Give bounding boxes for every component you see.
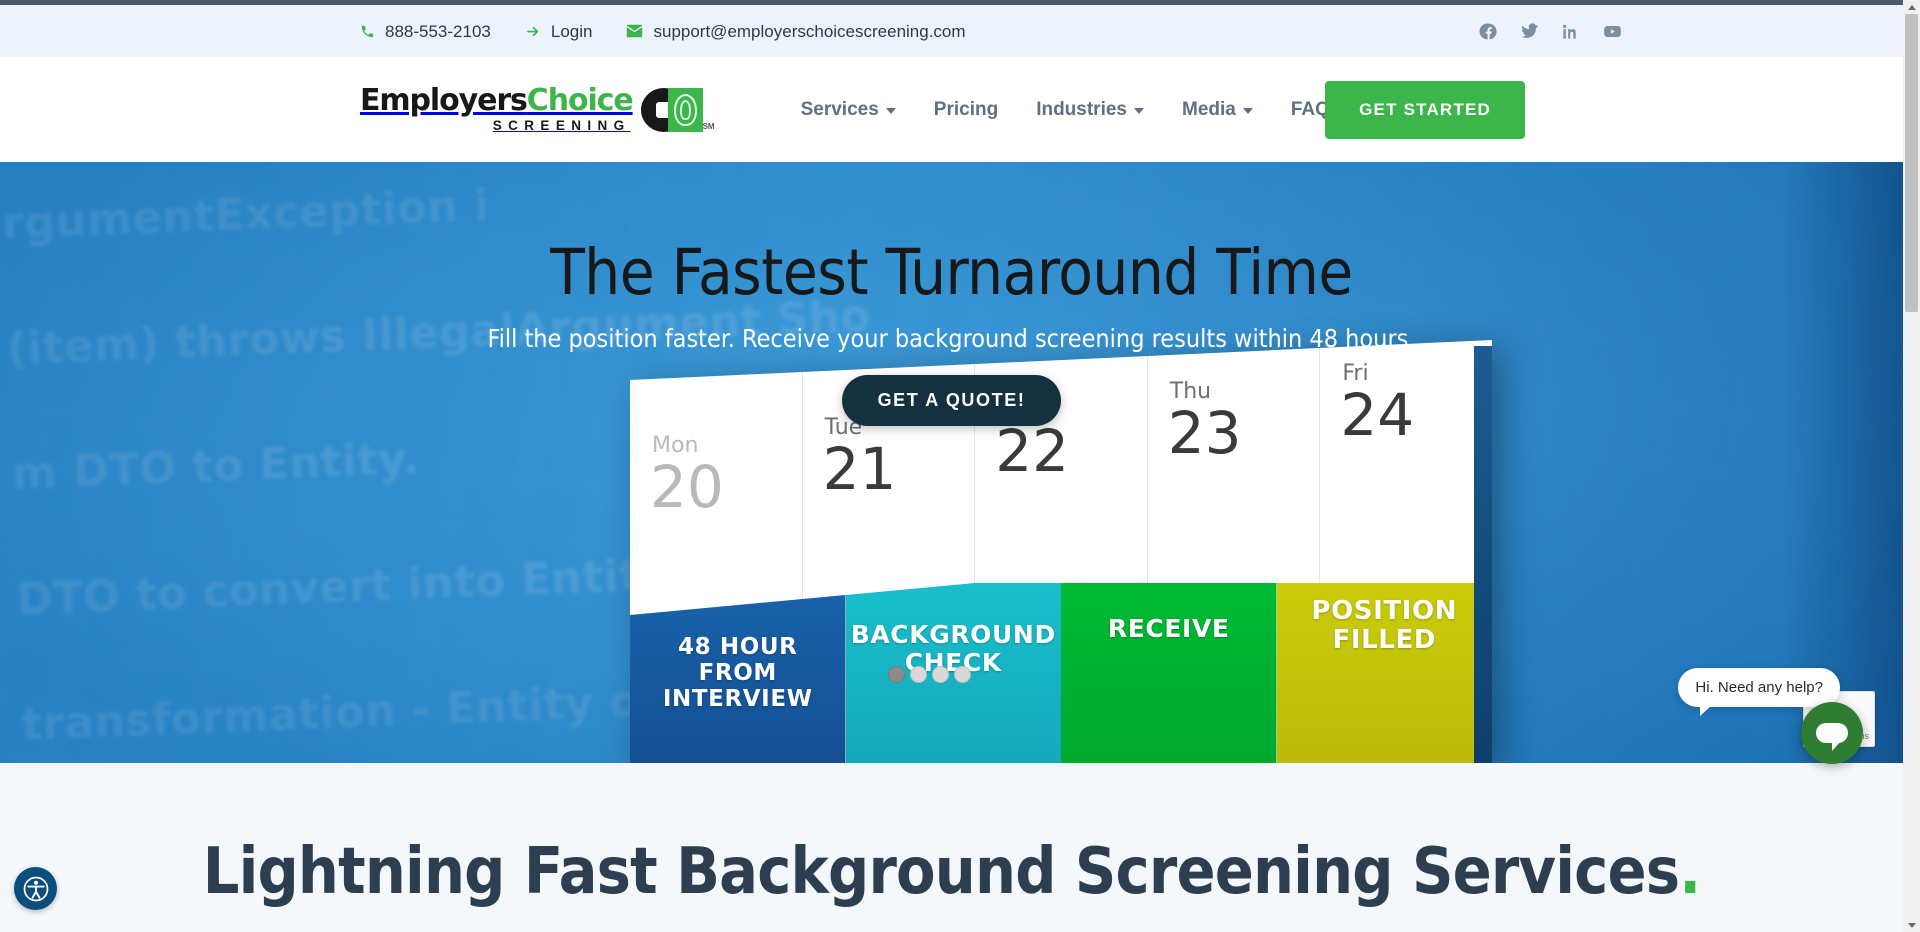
facebook-icon[interactable] [1479, 22, 1498, 41]
process-bar-label: POSITION FILLED [1311, 596, 1458, 656]
logo-tagline: SCREENING [492, 118, 631, 134]
topbar-login-link[interactable]: Login [525, 21, 593, 41]
youtube-icon[interactable] [1602, 22, 1623, 41]
accessibility-widget-button[interactable] [14, 867, 57, 910]
slider-dot-2[interactable] [910, 666, 927, 683]
hero-subtitle: Fill the position faster. Receive your b… [487, 324, 1416, 354]
calendar-process-bars: 48 HOUR FROM INTERVIEW BACKGROUND CHECK … [630, 583, 1492, 763]
topbar-phone-text: 888-553-2103 [385, 21, 491, 41]
calendar-day-number: 21 [822, 435, 897, 503]
logo-fingerprint-mark: SM [640, 87, 715, 132]
social-links [1479, 22, 1623, 41]
get-started-button[interactable]: GET STARTED [1325, 80, 1525, 139]
scrollbar-up-arrow[interactable] [1903, 0, 1920, 14]
chevron-down-icon [1242, 108, 1253, 114]
nav-label-faq: FAQ [1290, 98, 1330, 120]
topbar-contact-group: 888-553-2103 Login support@employerschoi… [360, 23, 966, 40]
phone-icon [360, 24, 375, 39]
hero-slider-dots [888, 666, 971, 683]
logo-row-primary: EmployersChoice [360, 83, 634, 119]
chat-bubble-icon [1816, 723, 1848, 751]
process-bar-label: 48 HOUR FROM INTERVIEW [662, 634, 813, 712]
nav-item-industries[interactable]: Industries [1036, 99, 1144, 121]
process-bar-48-hour-from-interview: 48 HOUR FROM INTERVIEW [630, 583, 846, 763]
topbar-phone-link[interactable]: 888-553-2103 [360, 23, 491, 40]
nav-label-services: Services [800, 98, 879, 120]
topbar-email-text: support@employerschoicescreening.com [653, 21, 966, 41]
chat-greeting-bubble: Hi. Need any help? [1678, 668, 1840, 716]
page-scrollbar[interactable] [1903, 0, 1920, 932]
slider-dot-3[interactable] [932, 666, 949, 683]
chevron-down-icon [885, 108, 896, 114]
envelope-icon [626, 24, 643, 38]
process-bar-label: RECEIVE [1107, 614, 1230, 643]
nav-item-services[interactable]: Services [801, 99, 896, 121]
logo-word-choice: Choice [526, 83, 634, 119]
twitter-icon[interactable] [1520, 22, 1539, 41]
hero-title: The Fastest Turnaround Time [550, 236, 1353, 309]
hero-section: rgumentException i (item) throws Illegal… [0, 162, 1903, 763]
logo-trademark: SM [702, 121, 715, 131]
scrollbar-down-arrow[interactable] [1903, 918, 1920, 932]
slider-dot-4[interactable] [954, 666, 971, 683]
topbar-login-text: Login [550, 21, 593, 41]
process-bar-receive: RECEIVE [1061, 583, 1277, 763]
chat-launcher-button[interactable] [1801, 702, 1863, 764]
services-intro-section: Lightning Fast Background Screening Serv… [0, 763, 1903, 932]
nav-item-media[interactable]: Media [1182, 99, 1253, 121]
nav-label-industries: Industries [1036, 98, 1127, 120]
site-logo[interactable]: EmployersChoice SCREENING SM [360, 83, 715, 134]
calendar-day-number: 22 [995, 417, 1069, 485]
section-heading-text: Lightning Fast Background Screening Serv… [202, 835, 1680, 909]
accessibility-icon [21, 874, 51, 904]
arrow-right-icon [525, 24, 541, 39]
scrollbar-thumb[interactable] [1905, 14, 1918, 312]
logo-wordmark: EmployersChoice SCREENING [360, 83, 634, 134]
nav-item-pricing[interactable]: Pricing [934, 99, 998, 121]
section-heading-period: . [1679, 835, 1701, 909]
process-bar-position-filled: POSITION FILLED [1276, 583, 1492, 763]
slider-dot-1[interactable] [888, 666, 905, 683]
nav-label-media: Media [1182, 98, 1236, 120]
section-heading: Lightning Fast Background Screening Serv… [0, 835, 1903, 909]
linkedin-icon[interactable] [1561, 22, 1580, 41]
utility-topbar: 888-553-2103 Login support@employerschoi… [0, 5, 1903, 57]
get-a-quote-button[interactable]: GET A QUOTE! [841, 375, 1062, 427]
logo-word-employers: Employers [360, 83, 528, 119]
nav-label-pricing: Pricing [933, 98, 999, 120]
calendar-day-number: 20 [650, 453, 724, 521]
site-header: EmployersChoice SCREENING SM Services Pr… [0, 57, 1903, 162]
hero-content: The Fastest Turnaround Time Fill the pos… [0, 162, 1903, 427]
topbar-email-link[interactable]: support@employerschoicescreening.com [626, 21, 966, 41]
chevron-down-icon [1134, 108, 1144, 114]
